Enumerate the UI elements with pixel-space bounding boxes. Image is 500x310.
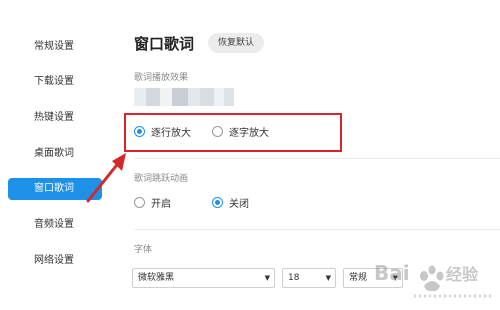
sidebar-item-network[interactable]: 网络设置 (8, 250, 102, 272)
reset-default-button[interactable]: 恢复默认 (208, 33, 265, 53)
radio-animation-on-label: 开启 (151, 198, 171, 210)
playback-effect-label: 歌词播放效果 (134, 73, 189, 83)
section-divider (134, 158, 500, 159)
font-style-value: 常规 (349, 273, 368, 283)
font-size-value: 18 (288, 273, 300, 283)
svg-text:Bai: Bai (374, 261, 410, 285)
sidebar-item-hotkeys[interactable]: 热键设置 (8, 107, 102, 129)
sidebar-item-audio[interactable]: 音频设置 (8, 214, 102, 236)
sidebar-item-general[interactable]: 常规设置 (8, 36, 102, 58)
radio-checked-indicator (212, 196, 223, 208)
page-title: 窗口歌词 (134, 35, 195, 53)
font-family-select[interactable]: 微软雅黑 ▼ (132, 268, 275, 288)
chevron-down-icon: ▼ (264, 274, 270, 282)
sidebar-item-download[interactable]: 下载设置 (8, 71, 102, 93)
radio-animation-off-label: 关闭 (229, 198, 249, 210)
baidu-watermark-logo: Bai 经验 (374, 261, 494, 298)
jump-animation-label: 歌词跳跃动画 (134, 174, 189, 184)
font-family-value: 微软雅黑 (138, 273, 175, 283)
font-size-select[interactable]: 18 ▼ (282, 268, 336, 288)
annotation-arrow-icon (86, 153, 126, 203)
radio-animation-off[interactable]: 关闭 (212, 195, 249, 210)
font-label: 字体 (134, 245, 153, 255)
section-divider (134, 229, 500, 230)
annotation-highlight-box (124, 113, 342, 152)
chevron-down-icon: ▼ (325, 274, 331, 282)
svg-text:经验: 经验 (446, 265, 479, 284)
blurred-preview (134, 88, 234, 106)
